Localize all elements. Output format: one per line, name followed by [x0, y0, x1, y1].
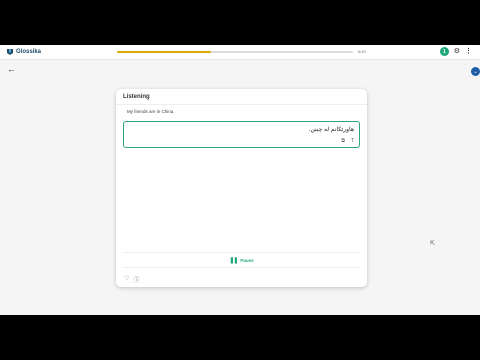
answer-text: هاورێکانم لە چینن. [308, 127, 354, 133]
chevron-down-icon[interactable]: ⌄ [471, 67, 480, 76]
text-format-icon[interactable]: T [351, 138, 354, 144]
answer-actions: ⧉ T [341, 138, 354, 144]
app-screen: Glossika 6/15 1 ⚙ ⋮ ← ⌄ Listening My fri… [0, 45, 480, 315]
pause-label: Pause [240, 257, 254, 263]
top-bar: Glossika 6/15 1 ⚙ ⋮ [0, 45, 480, 60]
lesson-progress-fill [117, 51, 212, 53]
brand-name: Glossika [16, 49, 42, 55]
pause-button[interactable]: ❚❚ Pause [123, 252, 360, 268]
info-icon[interactable]: ⓘ [133, 275, 139, 284]
progress-count: 6/15 [358, 49, 366, 54]
pause-icon: ❚❚ [229, 257, 238, 264]
card-footer: ♡ ⓘ [124, 275, 139, 284]
mouse-cursor-icon: ⇱ [430, 241, 436, 247]
card-divider [116, 104, 367, 105]
card-title: Listening [123, 94, 150, 100]
copy-icon[interactable]: ⧉ [341, 138, 345, 144]
heart-icon[interactable]: ♡ [124, 275, 129, 284]
arrow-left-icon[interactable]: ← [7, 65, 16, 74]
glossika-logo-icon [7, 49, 13, 55]
listening-card: Listening My friends are in China. هاورێ… [116, 89, 367, 287]
level-badge[interactable]: 1 [439, 47, 449, 56]
answer-field[interactable]: هاورێکانم لە چینن. ⧉ T [123, 121, 360, 148]
brand-logo[interactable]: Glossika [6, 48, 41, 56]
gear-icon[interactable]: ⚙ [454, 47, 460, 56]
lesson-progress-bar [117, 51, 353, 53]
kebab-menu-icon[interactable]: ⋮ [465, 47, 472, 56]
prompt-sentence: My friends are in China. [127, 109, 175, 114]
header-actions: 1 ⚙ ⋮ [439, 47, 472, 56]
